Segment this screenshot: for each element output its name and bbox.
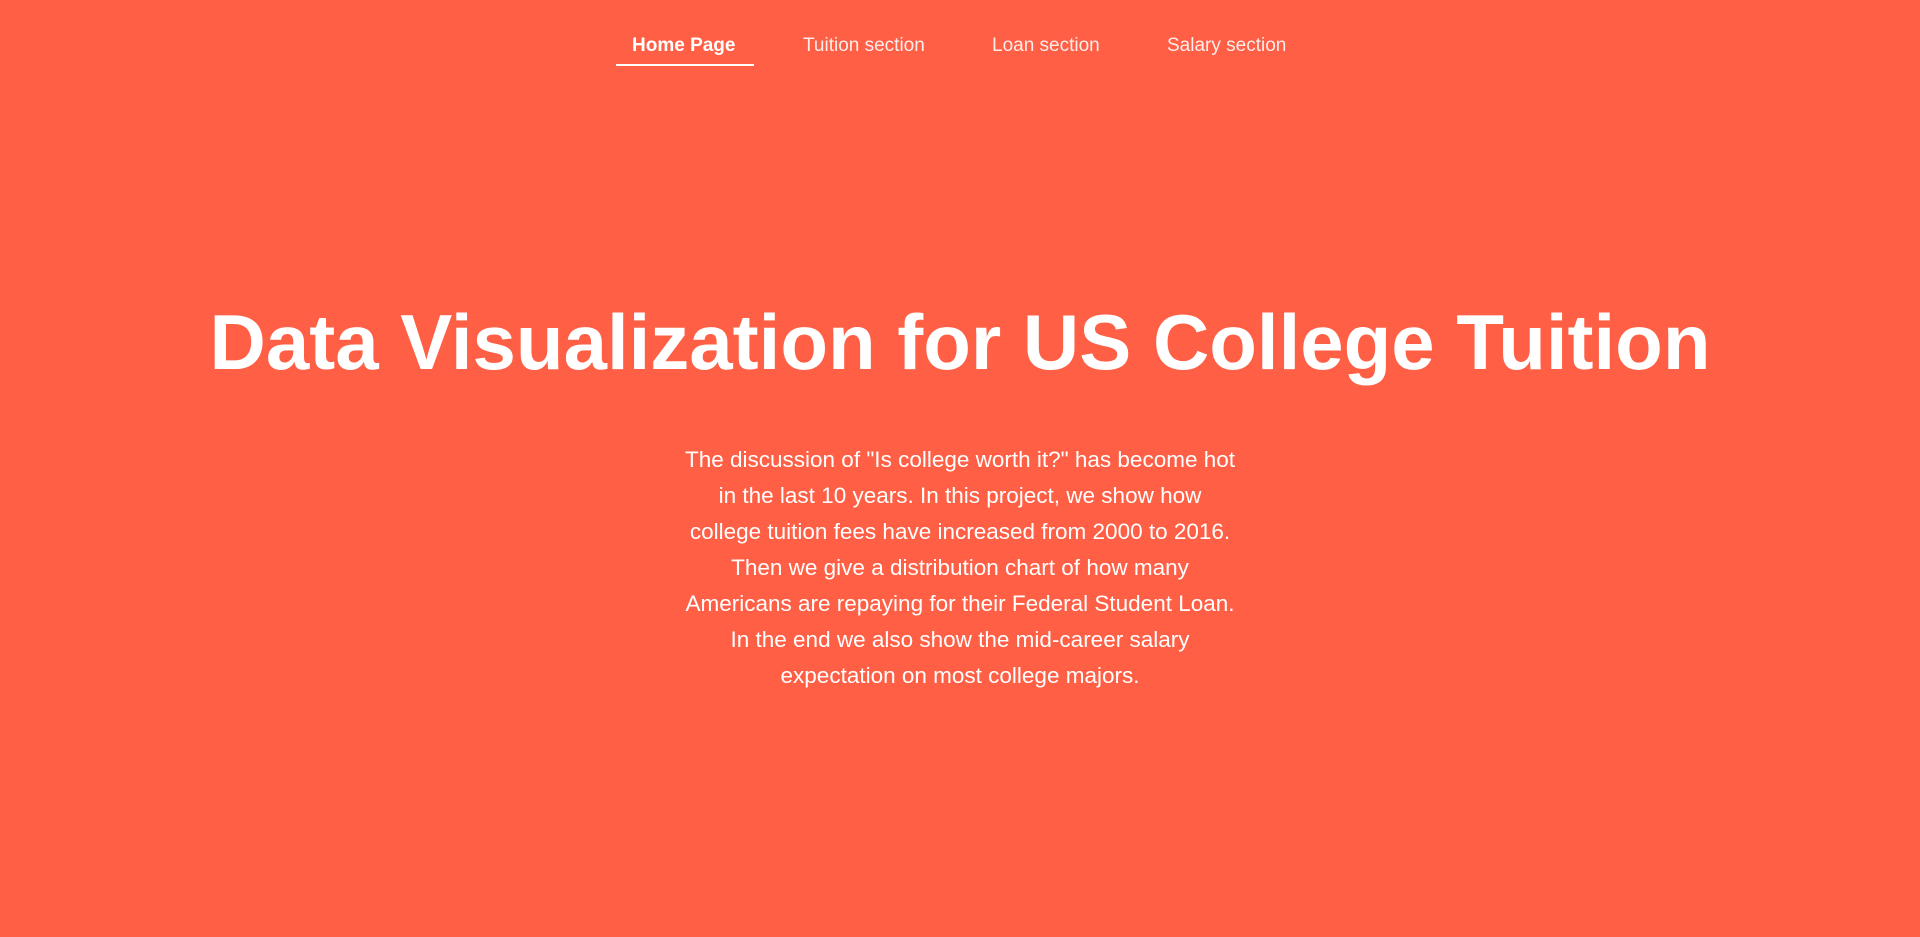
nav-tuition-section[interactable]: Tuition section xyxy=(803,34,925,58)
intro-paragraph: The discussion of "Is college worth it?"… xyxy=(684,447,1235,688)
top-navigation: Home Page Tuition section Loan section S… xyxy=(0,0,1920,80)
nav-home-page[interactable]: Home Page xyxy=(632,34,735,58)
nav-salary-section[interactable]: Salary section xyxy=(1167,34,1286,58)
nav-loan-section[interactable]: Loan section xyxy=(992,34,1100,58)
nav-active-underline xyxy=(616,64,754,66)
page-title: Data Visualization for US College Tuitio… xyxy=(209,298,1711,386)
